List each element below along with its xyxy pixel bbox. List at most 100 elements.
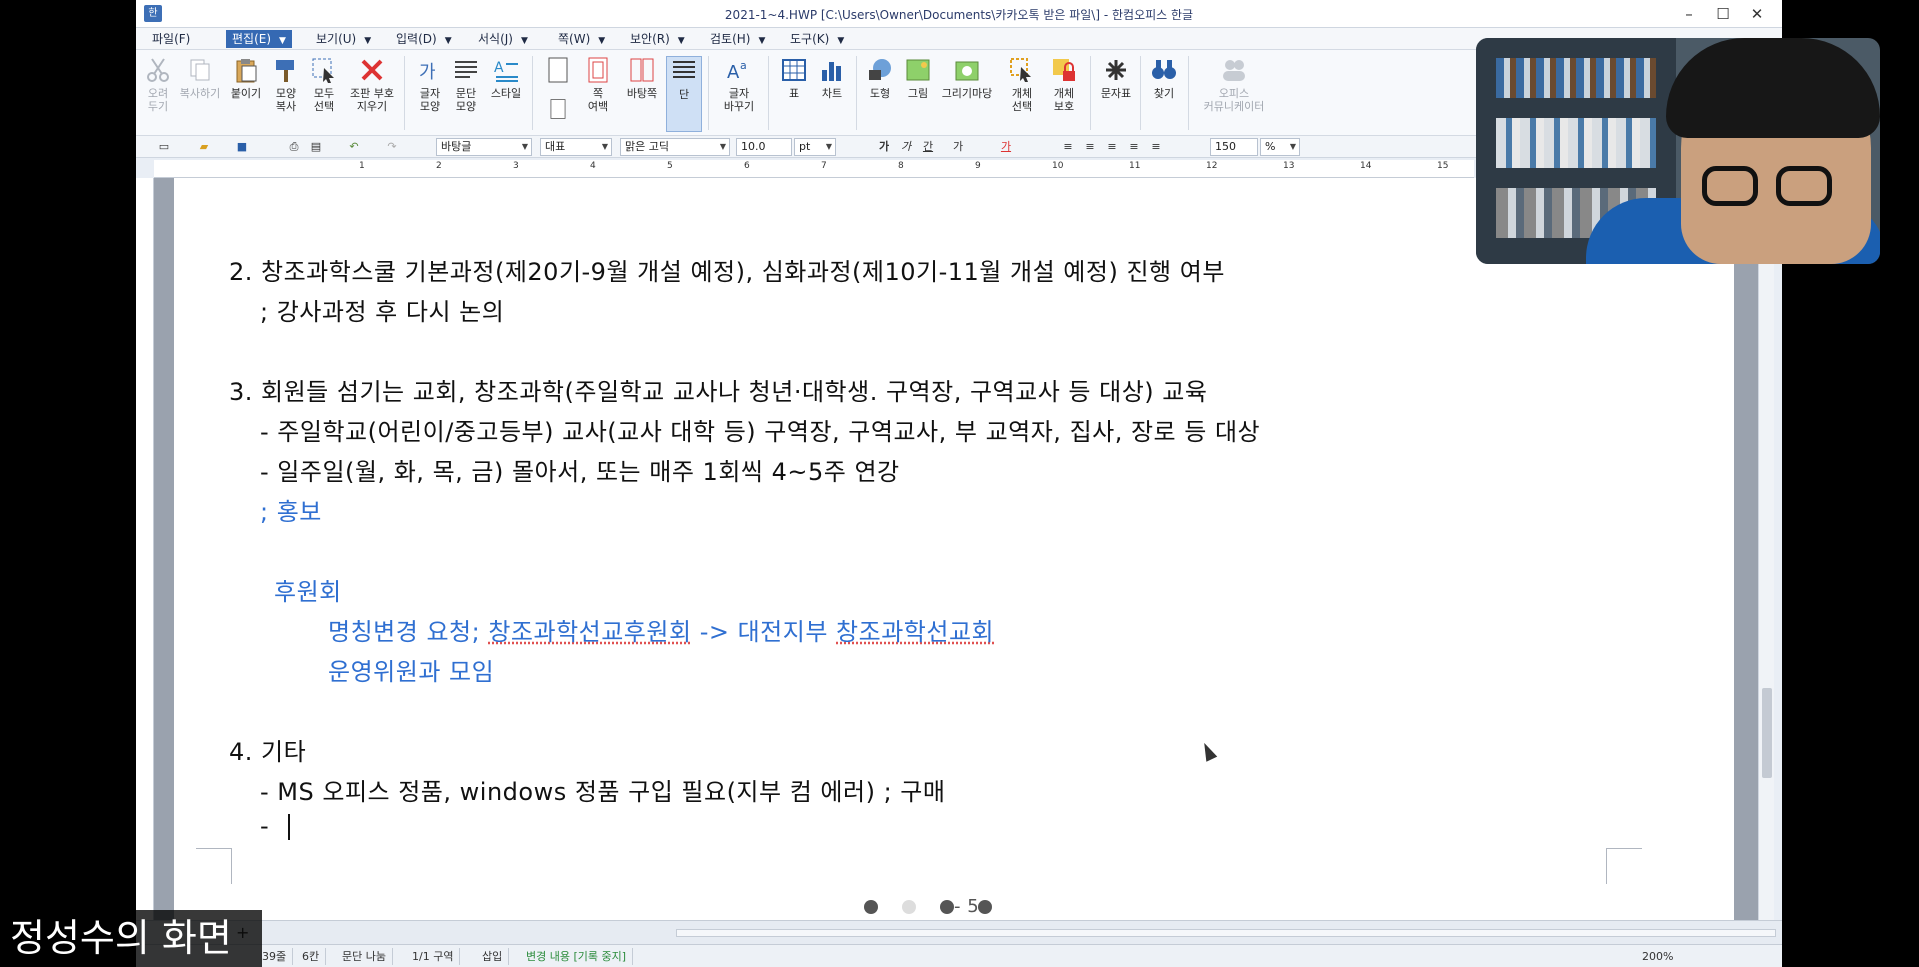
doc-segment: 창조과학선교회 <box>836 618 995 646</box>
menu-edit[interactable]: 편집(E) ▼ <box>226 30 292 48</box>
chart-button[interactable]: 차트 <box>814 56 850 100</box>
line-spacing-unit[interactable]: % ▼ <box>1260 138 1300 156</box>
menu-view[interactable]: 보기(U) ▼ <box>310 30 377 48</box>
copy-button[interactable]: 복사하기 <box>176 56 224 100</box>
menu-review[interactable]: 검토(H) ▼ <box>704 30 771 48</box>
paste-button[interactable]: 붙이기 <box>228 56 264 100</box>
page-dot[interactable] <box>940 900 954 914</box>
char-shape-icon: 가 <box>419 62 436 83</box>
cut-button[interactable]: 오려 두기 <box>140 56 176 113</box>
clear-protect-button[interactable]: 조판 부호 지우기 <box>346 56 398 113</box>
align-justify-icon[interactable]: ≡ <box>1060 139 1076 155</box>
page-new-button[interactable] <box>540 56 576 84</box>
object-select-icon <box>1010 58 1031 82</box>
find-label: 찾기 <box>1153 87 1175 100</box>
select-all-label: 모두 선택 <box>313 87 335 113</box>
shape-button[interactable]: 도형 <box>862 56 898 100</box>
menu-tools[interactable]: 도구(K) ▼ <box>784 30 850 48</box>
font-size-input[interactable]: 10.0 <box>736 138 792 156</box>
new-doc-icon[interactable]: ▭ <box>156 139 172 155</box>
ribbon-separator <box>708 56 709 130</box>
find-button[interactable]: 찾기 <box>1146 56 1182 100</box>
scissors-icon <box>147 58 169 82</box>
style-select[interactable]: 바탕글 ▼ <box>436 138 532 156</box>
italic-button[interactable]: 가 <box>898 139 914 155</box>
obj-select-button[interactable]: 개체 선택 <box>1004 56 1040 113</box>
page-margin-button[interactable]: 쪽 여백 <box>580 56 616 113</box>
font-color-button[interactable]: 가 <box>998 139 1014 155</box>
print-icon[interactable]: ⎙ <box>286 139 302 155</box>
unit-select[interactable]: pt ▼ <box>794 138 836 156</box>
symbol-button[interactable]: 문자표 <box>1096 56 1136 100</box>
menu-security[interactable]: 보안(R) ▼ <box>624 30 691 48</box>
page-bg-button[interactable]: 바탕쪽 <box>620 56 664 100</box>
ruler-number: 11 <box>1129 161 1141 171</box>
draw-button[interactable]: 그리기마당 <box>936 56 998 100</box>
picture-button[interactable]: 그림 <box>900 56 936 100</box>
doc-line: ; 강사과정 후 다시 논의 <box>260 298 505 326</box>
horizontal-ruler[interactable]: 1 2 3 4 5 6 7 8 9 10 11 12 13 14 15 <box>154 160 1474 178</box>
replace-button[interactable]: Aa 글자 바꾸기 <box>716 56 762 113</box>
ribbon-separator <box>1090 56 1091 130</box>
table-label: 표 <box>788 87 800 100</box>
select-all-button[interactable]: 모두 선택 <box>306 56 342 113</box>
ribbon-separator <box>856 56 857 130</box>
cut-label: 오려 두기 <box>147 87 169 113</box>
horizontal-scrollbar[interactable] <box>676 929 1776 937</box>
para-shape-button[interactable]: 문단 모양 <box>448 56 484 113</box>
menu-page[interactable]: 쪽(W) ▼ <box>552 30 611 48</box>
menu-file[interactable]: 파일(F) <box>146 30 196 48</box>
style-button[interactable]: A 스타일 <box>486 56 526 100</box>
align-left-icon[interactable]: ≡ <box>1082 139 1098 155</box>
ruler-number: 9 <box>975 161 981 171</box>
maximize-button[interactable]: ☐ <box>1710 4 1736 24</box>
char-shape-button[interactable]: 가 글자 모양 <box>412 56 448 113</box>
bold-button[interactable]: 가 <box>876 139 892 155</box>
menu-format[interactable]: 서식(J) ▼ <box>472 30 534 48</box>
align-right-icon[interactable]: ≡ <box>1126 139 1142 155</box>
status-split[interactable]: 문단 나눔 <box>336 948 393 965</box>
language-select[interactable]: 대표 ▼ <box>540 138 612 156</box>
person-hair <box>1666 38 1880 138</box>
binoculars-icon <box>1152 60 1176 79</box>
align-distribute-icon[interactable]: ≡ <box>1148 139 1164 155</box>
ruler-number: 14 <box>1360 161 1372 171</box>
menu-insert[interactable]: 입력(D) ▼ <box>390 30 458 48</box>
status-track-changes[interactable]: 변경 내용 [기록 중지] <box>520 948 634 965</box>
ruler-number: 5 <box>667 161 673 171</box>
underline-button[interactable]: 간 <box>920 139 936 155</box>
scrollbar-thumb[interactable] <box>1762 688 1772 778</box>
obj-protect-button[interactable]: 개체 보호 <box>1042 56 1086 113</box>
close-button[interactable]: ✕ <box>1744 4 1770 24</box>
page-dot[interactable] <box>978 900 992 914</box>
status-section: 1/1 구역 <box>406 948 461 965</box>
preview-icon[interactable]: ▤ <box>308 139 324 155</box>
brush-icon <box>276 60 294 82</box>
align-center-icon[interactable]: ≡ <box>1104 139 1120 155</box>
undo-icon[interactable]: ↶ <box>346 139 362 155</box>
status-bar: 39줄 6칸 문단 나눔 1/1 구역 삽입 변경 내용 [기록 중지] 200… <box>136 944 1782 967</box>
zoom-level[interactable]: 200% <box>1636 948 1679 965</box>
font-select[interactable]: 맑은 고딕 ▼ <box>620 138 730 156</box>
line-spacing-input[interactable]: 150 <box>1210 138 1258 156</box>
vertical-scrollbar[interactable] <box>1758 178 1774 920</box>
format-copy-button[interactable]: 모양 복사 <box>268 56 304 113</box>
svg-text:a: a <box>740 59 747 72</box>
open-folder-icon[interactable]: ▰ <box>196 139 212 155</box>
page-small-button[interactable] <box>540 98 576 120</box>
document-page[interactable]: 2. 창조과학스쿨 기본과정(제20기-9월 개설 예정), 심화과정(제10기… <box>174 178 1734 920</box>
column-button[interactable]: 단 <box>666 56 702 132</box>
minimize-button[interactable]: – <box>1676 4 1702 24</box>
page-dot[interactable] <box>864 900 878 914</box>
save-icon[interactable]: ■ <box>234 139 250 155</box>
draw-label: 그리기마당 <box>941 87 993 100</box>
replace-icon: Aa <box>727 59 747 83</box>
office-communicator-button[interactable]: 오피스 커뮤니케이터 <box>1194 56 1274 113</box>
page-dot[interactable] <box>902 900 916 914</box>
select-icon <box>312 58 334 83</box>
vertical-ruler[interactable] <box>136 178 154 920</box>
table-button[interactable]: 표 <box>776 56 812 100</box>
strike-button[interactable]: 가 <box>950 139 966 155</box>
redo-icon[interactable]: ↷ <box>384 139 400 155</box>
status-insert-mode[interactable]: 삽입 <box>476 948 510 965</box>
